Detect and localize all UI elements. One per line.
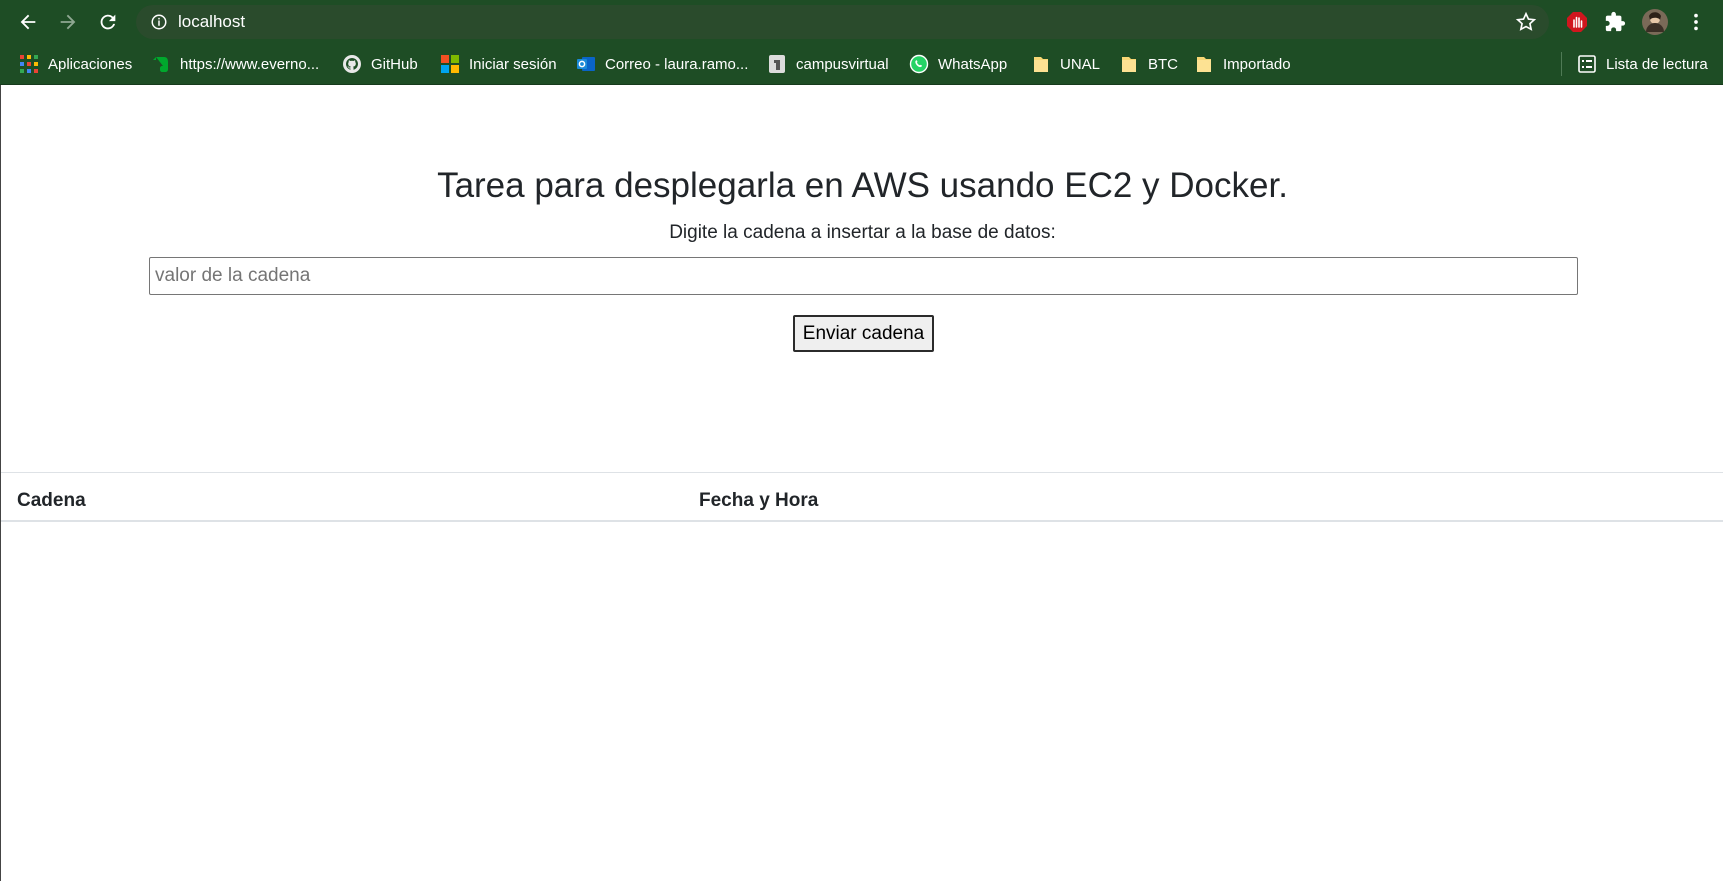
enviar-cadena-button[interactable]: Enviar cadena: [793, 315, 934, 352]
arrow-right-icon: [60, 14, 76, 30]
bookmarks-divider: [1561, 52, 1562, 76]
bookmark-iniciar-sesion[interactable]: Iniciar sesión: [440, 43, 557, 85]
address-bar[interactable]: localhost: [136, 5, 1549, 39]
reload-button[interactable]: [93, 7, 123, 37]
profile-avatar[interactable]: [1641, 8, 1669, 36]
extensions-button[interactable]: [1601, 8, 1629, 36]
page-content: Tarea para desplegarla en AWS usando EC2…: [0, 85, 1723, 881]
star-icon[interactable]: [1515, 11, 1537, 33]
reading-list-icon: [1578, 55, 1596, 73]
column-header-fecha-hora: Fecha y Hora: [699, 490, 819, 511]
evernote-icon: [153, 57, 168, 72]
bookmark-evernote[interactable]: https://www.everno...: [151, 43, 319, 85]
arrow-left-icon: [20, 14, 36, 30]
folder-icon: [1122, 57, 1136, 72]
bookmarks-bar: Aplicaciones https://www.everno... GitHu…: [0, 43, 1723, 85]
microsoft-icon: [441, 55, 459, 73]
folder-icon: [1197, 57, 1211, 72]
github-icon: [343, 55, 361, 73]
bookmark-correo[interactable]: Correo - laura.ramo...: [576, 43, 748, 85]
kebab-menu-icon: [1694, 13, 1698, 31]
bookmark-label: Aplicaciones: [48, 55, 133, 73]
adblock-extension-button[interactable]: [1563, 8, 1591, 36]
campusvirtual-icon: [769, 55, 785, 73]
forward-button[interactable]: [53, 7, 83, 37]
bookmark-label: Importado: [1223, 55, 1291, 73]
column-header-cadena: Cadena: [17, 490, 86, 511]
avatar-icon: [1642, 9, 1668, 35]
browser-toolbar: localhost: [0, 0, 1723, 43]
bookmark-label: https://www.everno...: [180, 55, 320, 73]
table-header: Cadena Fecha y Hora: [1, 472, 1723, 522]
puzzle-icon: [1605, 11, 1626, 32]
url-text[interactable]: localhost: [178, 5, 245, 39]
bookmark-whatsapp[interactable]: WhatsApp: [909, 43, 1007, 85]
stop-hand-icon: [1567, 12, 1587, 32]
page-title: Tarea para desplegarla en AWS usando EC2…: [437, 166, 1288, 205]
outlook-icon: [577, 57, 595, 71]
back-button[interactable]: [13, 7, 43, 37]
bookmark-folder-unal[interactable]: UNAL: [1031, 43, 1100, 85]
folder-icon: [1034, 57, 1048, 72]
reading-list-label: Lista de lectura: [1606, 55, 1708, 73]
apps-grid-icon: [20, 55, 38, 73]
reading-list-button[interactable]: Lista de lectura: [1577, 43, 1708, 85]
bookmark-folder-btc[interactable]: BTC: [1119, 43, 1178, 85]
bookmark-folder-importado[interactable]: Importado: [1194, 43, 1291, 85]
bookmark-aplicaciones[interactable]: Aplicaciones: [19, 43, 132, 85]
cadena-input[interactable]: [149, 257, 1578, 295]
bookmark-github[interactable]: GitHub: [342, 43, 418, 85]
bookmark-campusvirtual[interactable]: campusvirtual: [767, 43, 889, 85]
bookmark-label: Correo - laura.ramo...: [605, 55, 749, 73]
bookmark-label: Iniciar sesión: [469, 55, 557, 73]
bookmark-label: BTC: [1148, 55, 1178, 73]
input-instruction: Digite la cadena a insertar a la base de…: [669, 222, 1056, 243]
bookmark-label: UNAL: [1060, 55, 1101, 73]
reload-icon: [100, 14, 116, 30]
whatsapp-icon: [909, 54, 929, 74]
menu-button[interactable]: [1682, 8, 1710, 36]
info-icon[interactable]: [150, 13, 168, 31]
bookmark-label: GitHub: [371, 55, 418, 73]
bookmark-label: campusvirtual: [796, 55, 889, 73]
bookmark-label: WhatsApp: [938, 55, 1008, 73]
